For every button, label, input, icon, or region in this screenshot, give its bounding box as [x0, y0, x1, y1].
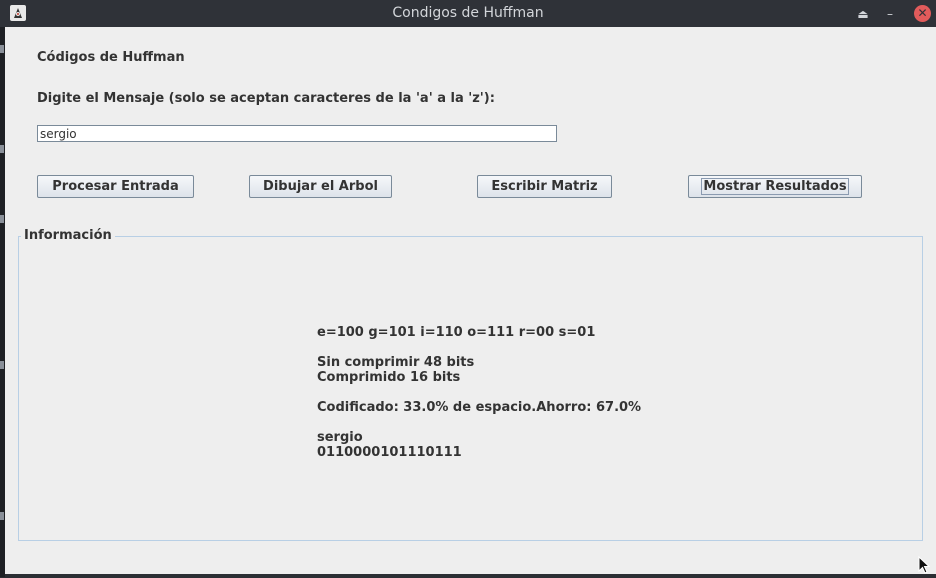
uncompressed-bits: Sin comprimir 48 bits	[317, 355, 475, 370]
edge-mark	[0, 512, 4, 520]
procesar-entrada-button[interactable]: Procesar Entrada	[37, 175, 194, 198]
edge-mark	[0, 361, 4, 369]
minimize-icon[interactable]: –	[882, 6, 898, 22]
page-title: Códigos de Huffman	[37, 50, 185, 65]
edge-mark	[0, 215, 4, 223]
edge-mark	[0, 145, 4, 153]
compression-ratio: Codificado: 33.0% de espacio.Ahorro: 67.…	[317, 400, 642, 415]
encoded-message: 0110000101110111	[317, 445, 462, 460]
mostrar-resultados-label: Mostrar Resultados	[701, 178, 849, 195]
message-prompt: Digite el Mensaje (solo se aceptan carac…	[37, 91, 495, 106]
mouse-pointer-icon	[918, 555, 931, 578]
app-window: Códigos de Huffman Digite el Mensaje (so…	[5, 27, 936, 574]
close-icon[interactable]: ✕	[914, 5, 931, 22]
escribir-matriz-button[interactable]: Escribir Matriz	[477, 175, 612, 198]
message-input[interactable]	[37, 125, 557, 142]
huffman-codes: e=100 g=101 i=110 o=111 r=00 s=01	[317, 325, 596, 340]
dibujar-arbol-button[interactable]: Dibujar el Arbol	[249, 175, 392, 198]
info-panel	[18, 236, 923, 541]
window-title: Condigos de Huffman	[392, 5, 544, 21]
original-message: sergio	[317, 430, 363, 445]
dibujar-arbol-label: Dibujar el Arbol	[263, 179, 378, 194]
procesar-entrada-label: Procesar Entrada	[52, 179, 179, 194]
escribir-matriz-label: Escribir Matriz	[491, 179, 598, 194]
compressed-bits: Comprimido 16 bits	[317, 370, 461, 385]
info-panel-title: Información	[21, 228, 115, 243]
title-bar[interactable]: Condigos de Huffman ⏏ – ✕	[0, 0, 936, 27]
edge-mark	[0, 45, 4, 53]
mostrar-resultados-button[interactable]: Mostrar Resultados	[688, 175, 862, 198]
eject-icon[interactable]: ⏏	[855, 6, 871, 22]
